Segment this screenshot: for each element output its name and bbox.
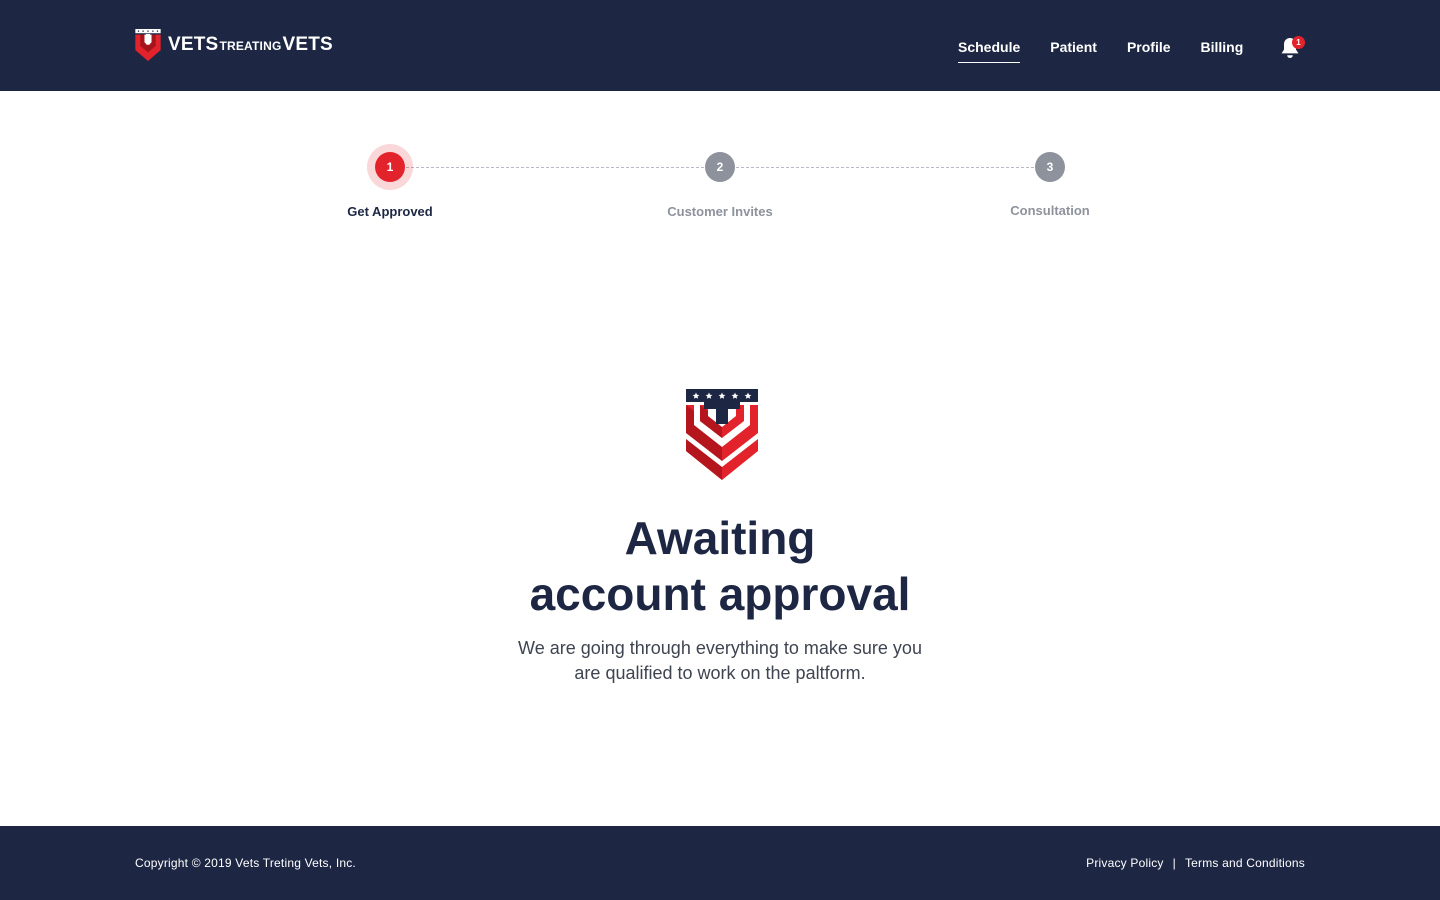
step-connector-2 [736, 167, 1034, 168]
page-title-line-2: account approval [529, 568, 911, 620]
step-1-label: Get Approved [347, 204, 433, 219]
step-1-indicator[interactable]: 1 [375, 152, 405, 182]
page-title-line-1: Awaiting [624, 512, 816, 564]
terms-link[interactable]: Terms and Conditions [1185, 856, 1305, 870]
privacy-policy-link[interactable]: Privacy Policy [1086, 856, 1163, 870]
footer-links: Privacy Policy | Terms and Conditions [1086, 856, 1305, 870]
page-footer: Copyright © 2019 Vets Treting Vets, Inc.… [0, 826, 1440, 900]
page-subtitle: We are going through everything to make … [470, 636, 970, 686]
approval-emblem [686, 389, 758, 480]
step-2-label: Customer Invites [667, 204, 773, 219]
shield-emblem-icon [686, 389, 758, 480]
step-3-label: Consultation [1010, 203, 1090, 218]
page-subtitle-line-2: are qualified to work on the paltform. [574, 663, 866, 683]
footer-separator: | [1172, 856, 1176, 870]
step-2-indicator[interactable]: 2 [705, 152, 735, 182]
step-3-indicator[interactable]: 3 [1035, 152, 1065, 182]
progress-stepper: 1 2 3 Get Approved Customer Invites Cons… [0, 0, 1440, 240]
page-subtitle-line-1: We are going through everything to make … [518, 638, 922, 658]
copyright-text: Copyright © 2019 Vets Treting Vets, Inc. [135, 856, 356, 870]
page-title: Awaiting account approval [420, 510, 1020, 622]
step-connector-1 [406, 167, 704, 168]
